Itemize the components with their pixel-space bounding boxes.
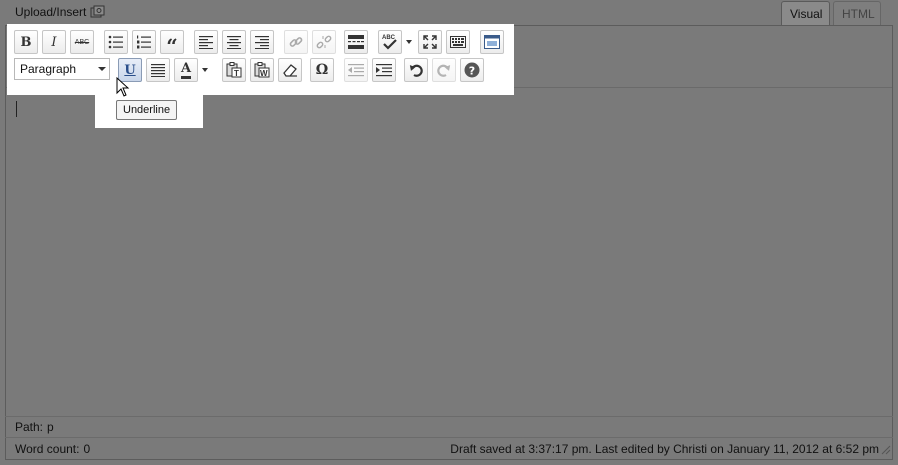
svg-text:?: ? (469, 65, 475, 78)
underline-tooltip: Underline (116, 100, 178, 120)
blockquote-icon: “ (166, 33, 178, 58)
format-select-value: Paragraph (20, 62, 77, 76)
justify-button[interactable] (146, 58, 170, 82)
indent-icon (376, 63, 392, 76)
help-button[interactable]: ? (460, 58, 484, 82)
numbered-list-button[interactable] (132, 30, 156, 54)
undo-button[interactable] (404, 58, 428, 82)
text-color-button[interactable]: A (174, 58, 198, 82)
resize-grip-icon[interactable] (881, 444, 891, 458)
format-select[interactable]: Paragraph (14, 58, 110, 80)
outdent-icon (348, 63, 364, 76)
omega-icon: Ω (315, 62, 329, 78)
text-color-dropdown[interactable] (199, 58, 210, 82)
redo-icon (437, 64, 451, 77)
word-count-value: 0 (83, 442, 91, 456)
outdent-button[interactable] (344, 58, 368, 82)
undo-icon (409, 64, 423, 77)
media-window-icon (484, 35, 500, 49)
italic-button[interactable]: I (42, 30, 66, 54)
bullet-list-button[interactable] (104, 30, 128, 54)
spellcheck-button[interactable]: ABC (378, 30, 402, 54)
text-caret (16, 101, 17, 117)
spellcheck-language-dropdown[interactable] (403, 30, 414, 54)
remove-link-button[interactable] (312, 30, 336, 54)
svg-text:W: W (260, 69, 268, 78)
redo-button[interactable] (432, 58, 456, 82)
tab-html[interactable]: HTML (833, 1, 881, 26)
align-center-icon (227, 35, 241, 49)
strikethrough-icon: ABC (74, 38, 90, 46)
fullscreen-icon (423, 35, 437, 49)
indent-button[interactable] (372, 58, 396, 82)
fullscreen-button[interactable] (418, 30, 442, 54)
paste-text-button[interactable]: T (222, 58, 246, 82)
paste-word-icon: W (254, 62, 270, 78)
more-tag-icon (348, 35, 364, 49)
chevron-down-icon (95, 59, 109, 79)
paste-text-icon: T (226, 62, 242, 78)
mouse-cursor-icon (116, 76, 130, 100)
underline-icon: U (124, 62, 136, 78)
insert-more-button[interactable] (344, 30, 368, 54)
path-bar: Path: p (5, 416, 893, 437)
align-justify-icon (151, 63, 165, 77)
align-right-icon (255, 35, 269, 49)
word-count-label: Word count: (15, 442, 80, 456)
bullet-list-icon (108, 35, 123, 49)
align-right-button[interactable] (250, 30, 274, 54)
unlink-icon (316, 35, 332, 49)
tab-visual[interactable]: Visual (781, 1, 830, 26)
path-label: Path: (15, 420, 44, 434)
remove-formatting-button[interactable] (278, 58, 302, 82)
text-color-icon: A (180, 62, 192, 79)
media-gallery-icon[interactable] (90, 5, 106, 19)
help-icon: ? (464, 62, 480, 78)
eraser-icon (283, 64, 297, 77)
svg-text:T: T (234, 69, 239, 78)
bold-icon: B (20, 34, 32, 50)
kitchen-sink-button[interactable] (446, 30, 470, 54)
svg-text:ABC: ABC (382, 35, 396, 41)
bold-button[interactable]: B (14, 30, 38, 54)
strikethrough-button[interactable]: ABC (70, 30, 94, 54)
tab-html-label: HTML (842, 7, 875, 21)
align-left-button[interactable] (194, 30, 218, 54)
insert-link-button[interactable] (284, 30, 308, 54)
italic-icon: I (51, 34, 57, 50)
upload-insert[interactable]: Upload/Insert (15, 4, 106, 20)
special-character-button[interactable]: Ω (310, 58, 334, 82)
editor-toolbar: B I ABC “ ABC Paragraph U A T W Ω ? (7, 24, 514, 95)
tab-visual-label: Visual (790, 7, 823, 21)
link-icon (289, 37, 303, 47)
insert-media-button[interactable] (480, 30, 504, 54)
draft-saved-status: Draft saved at 3:37:17 pm. Last edited b… (450, 442, 879, 456)
word-count: Word count: 0 (15, 442, 450, 456)
align-left-icon (199, 35, 213, 49)
numbered-list-icon (137, 35, 151, 49)
upload-insert-label: Upload/Insert (15, 5, 87, 19)
spellcheck-icon: ABC (382, 35, 397, 50)
path-element-p[interactable]: p (47, 420, 54, 434)
blockquote-button[interactable]: “ (160, 30, 184, 58)
status-bar: Word count: 0 Draft saved at 3:37:17 pm. … (5, 437, 893, 460)
keyboard-icon (450, 36, 466, 48)
align-center-button[interactable] (222, 30, 246, 54)
paste-word-button[interactable]: W (250, 58, 274, 82)
